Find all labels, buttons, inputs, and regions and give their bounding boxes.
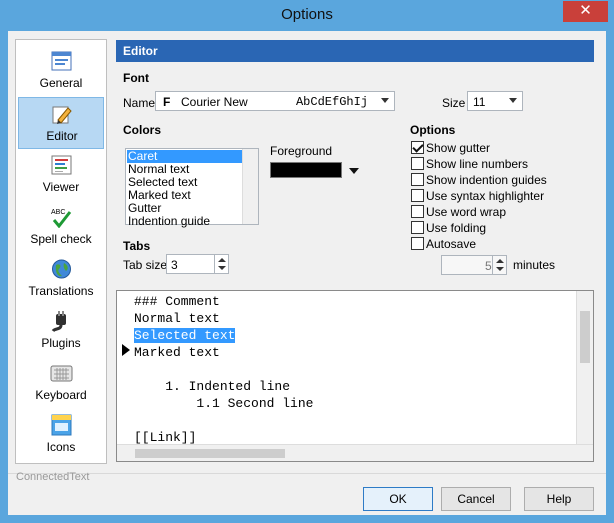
spell-check-badge: ABC xyxy=(51,209,65,216)
color-picker-dropdown-arrow[interactable] xyxy=(349,168,359,174)
preview-editor[interactable]: ### Comment Normal text Selected text Ma… xyxy=(116,290,594,462)
sidebar-item-label: Viewer xyxy=(42,180,80,194)
help-button[interactable]: Help xyxy=(524,487,594,511)
editor-horizontal-scrollbar[interactable] xyxy=(117,444,593,461)
tab-size-spinner[interactable]: 3 xyxy=(166,254,229,274)
list-item[interactable]: Indention guide xyxy=(127,215,243,228)
tabs-section-title: Tabs xyxy=(123,239,151,253)
window-icon xyxy=(51,51,72,71)
use-syntax-highlighter-label: Use syntax highlighter xyxy=(426,189,545,203)
use-syntax-highlighter-checkbox[interactable] xyxy=(411,189,424,202)
sidebar-item-label: Icons xyxy=(46,440,76,454)
preview-line-marked: Marked text xyxy=(134,345,220,360)
colors-section-title: Colors xyxy=(123,123,162,137)
page-header: Editor xyxy=(116,40,594,62)
show-indention-guides-checkbox[interactable] xyxy=(411,173,424,186)
dialog-body: General Editor Viewer ABC Spell check Tr… xyxy=(8,31,606,515)
color-element-list[interactable]: Caret Normal text Selected text Marked t… xyxy=(125,148,259,228)
use-word-wrap-label: Use word wrap xyxy=(426,205,507,219)
options-section-title: Options xyxy=(410,123,456,137)
chevron-down-icon xyxy=(218,266,226,270)
close-button[interactable]: ✕ xyxy=(563,1,608,22)
show-indention-guides-label: Show indention guides xyxy=(426,173,547,187)
font-section-title: Font xyxy=(123,71,149,85)
autosave-label: Autosave xyxy=(426,237,477,251)
tab-size-spinner-buttons[interactable] xyxy=(214,255,228,273)
category-sidebar: General Editor Viewer ABC Spell check Tr… xyxy=(15,39,107,464)
font-icon: F xyxy=(163,95,171,109)
selected-text: Selected text xyxy=(134,328,236,343)
sidebar-item-general[interactable]: General xyxy=(18,45,104,97)
show-line-numbers-label: Show line numbers xyxy=(426,157,529,171)
use-folding-label: Use folding xyxy=(426,221,487,235)
sidebar-item-label: Spell check xyxy=(30,232,92,246)
use-folding-checkbox[interactable] xyxy=(411,221,424,234)
tab-size-value: 3 xyxy=(171,258,178,272)
spell-check-icon: ABC xyxy=(51,209,72,228)
show-gutter-checkbox[interactable] xyxy=(411,141,424,154)
sidebar-item-label: Translations xyxy=(28,284,94,298)
scroll-thumb[interactable] xyxy=(135,449,285,458)
font-name-label: Name xyxy=(123,96,156,110)
tab-size-label: Tab size xyxy=(123,258,168,272)
font-name-value: Courier New xyxy=(181,95,248,109)
font-size-label: Size xyxy=(442,96,466,110)
sidebar-item-spell-check[interactable]: ABC Spell check xyxy=(18,201,104,253)
options-window: Options ✕ General Editor Viewer ABC Spel… xyxy=(0,0,614,523)
sidebar-item-icons[interactable]: Icons xyxy=(18,409,104,461)
ok-button[interactable]: OK xyxy=(363,487,433,511)
title-bar[interactable]: Options ✕ xyxy=(0,0,614,32)
font-sample: AbCdEfGhIj xyxy=(295,95,368,109)
font-name-select[interactable]: F Courier New AbCdEfGhIj xyxy=(155,91,395,111)
viewer-icon xyxy=(51,155,72,175)
preview-line-selected: Selected text xyxy=(134,328,236,343)
autosave-checkbox[interactable] xyxy=(411,237,424,250)
foreground-label: Foreground xyxy=(270,144,333,158)
sidebar-item-label: Plugins xyxy=(41,336,81,350)
sidebar-item-label: Editor xyxy=(46,129,78,143)
preview-line-comment: ### Comment xyxy=(134,294,220,309)
foreground-color-swatch[interactable] xyxy=(270,162,342,178)
font-size-value: 11 xyxy=(473,95,486,109)
autosave-minutes-spinner[interactable]: 5 xyxy=(441,255,507,275)
keyboard-icon xyxy=(50,365,73,382)
autosave-spinner-buttons[interactable] xyxy=(492,256,506,274)
sidebar-item-label: General xyxy=(39,76,83,90)
cancel-button[interactable]: Cancel xyxy=(441,487,511,511)
sidebar-item-editor[interactable]: Editor xyxy=(18,97,104,149)
use-word-wrap-checkbox[interactable] xyxy=(411,205,424,218)
globe-icon xyxy=(52,259,71,279)
show-gutter-label: Show gutter xyxy=(426,141,491,155)
sidebar-item-plugins[interactable]: Plugins xyxy=(18,305,104,357)
icons-icon xyxy=(51,414,72,436)
preview-line-indented: 1. Indented line xyxy=(134,379,291,394)
pencil-icon xyxy=(52,106,72,124)
show-line-numbers-checkbox[interactable] xyxy=(411,157,424,170)
footer-divider xyxy=(8,473,606,474)
chevron-up-icon xyxy=(496,259,504,263)
sidebar-item-keyboard[interactable]: Keyboard xyxy=(18,357,104,409)
font-size-select[interactable]: 11 xyxy=(467,91,523,111)
preview-line-normal: Normal text xyxy=(134,311,220,326)
chevron-down-icon xyxy=(509,98,517,103)
sidebar-item-label: Keyboard xyxy=(35,388,87,402)
chevron-up-icon xyxy=(218,258,226,262)
minutes-label: minutes xyxy=(513,258,556,272)
sidebar-item-translations[interactable]: Translations xyxy=(18,253,104,305)
preview-line-link: [[Link]] xyxy=(134,430,197,445)
preview-line-second: 1.1 Second line xyxy=(134,396,314,411)
chevron-down-icon xyxy=(381,98,389,103)
editor-vertical-scrollbar[interactable] xyxy=(576,291,593,445)
app-name-label: ConnectedText xyxy=(16,471,90,483)
sidebar-item-viewer[interactable]: Viewer xyxy=(18,149,104,201)
marked-line-indicator xyxy=(122,344,130,356)
scroll-thumb[interactable] xyxy=(580,311,590,363)
plug-icon xyxy=(51,311,66,332)
autosave-minutes-value: 5 xyxy=(485,259,492,273)
window-title: Options xyxy=(281,6,333,23)
list-scrollbar[interactable] xyxy=(242,149,258,224)
chevron-down-icon xyxy=(496,267,504,271)
